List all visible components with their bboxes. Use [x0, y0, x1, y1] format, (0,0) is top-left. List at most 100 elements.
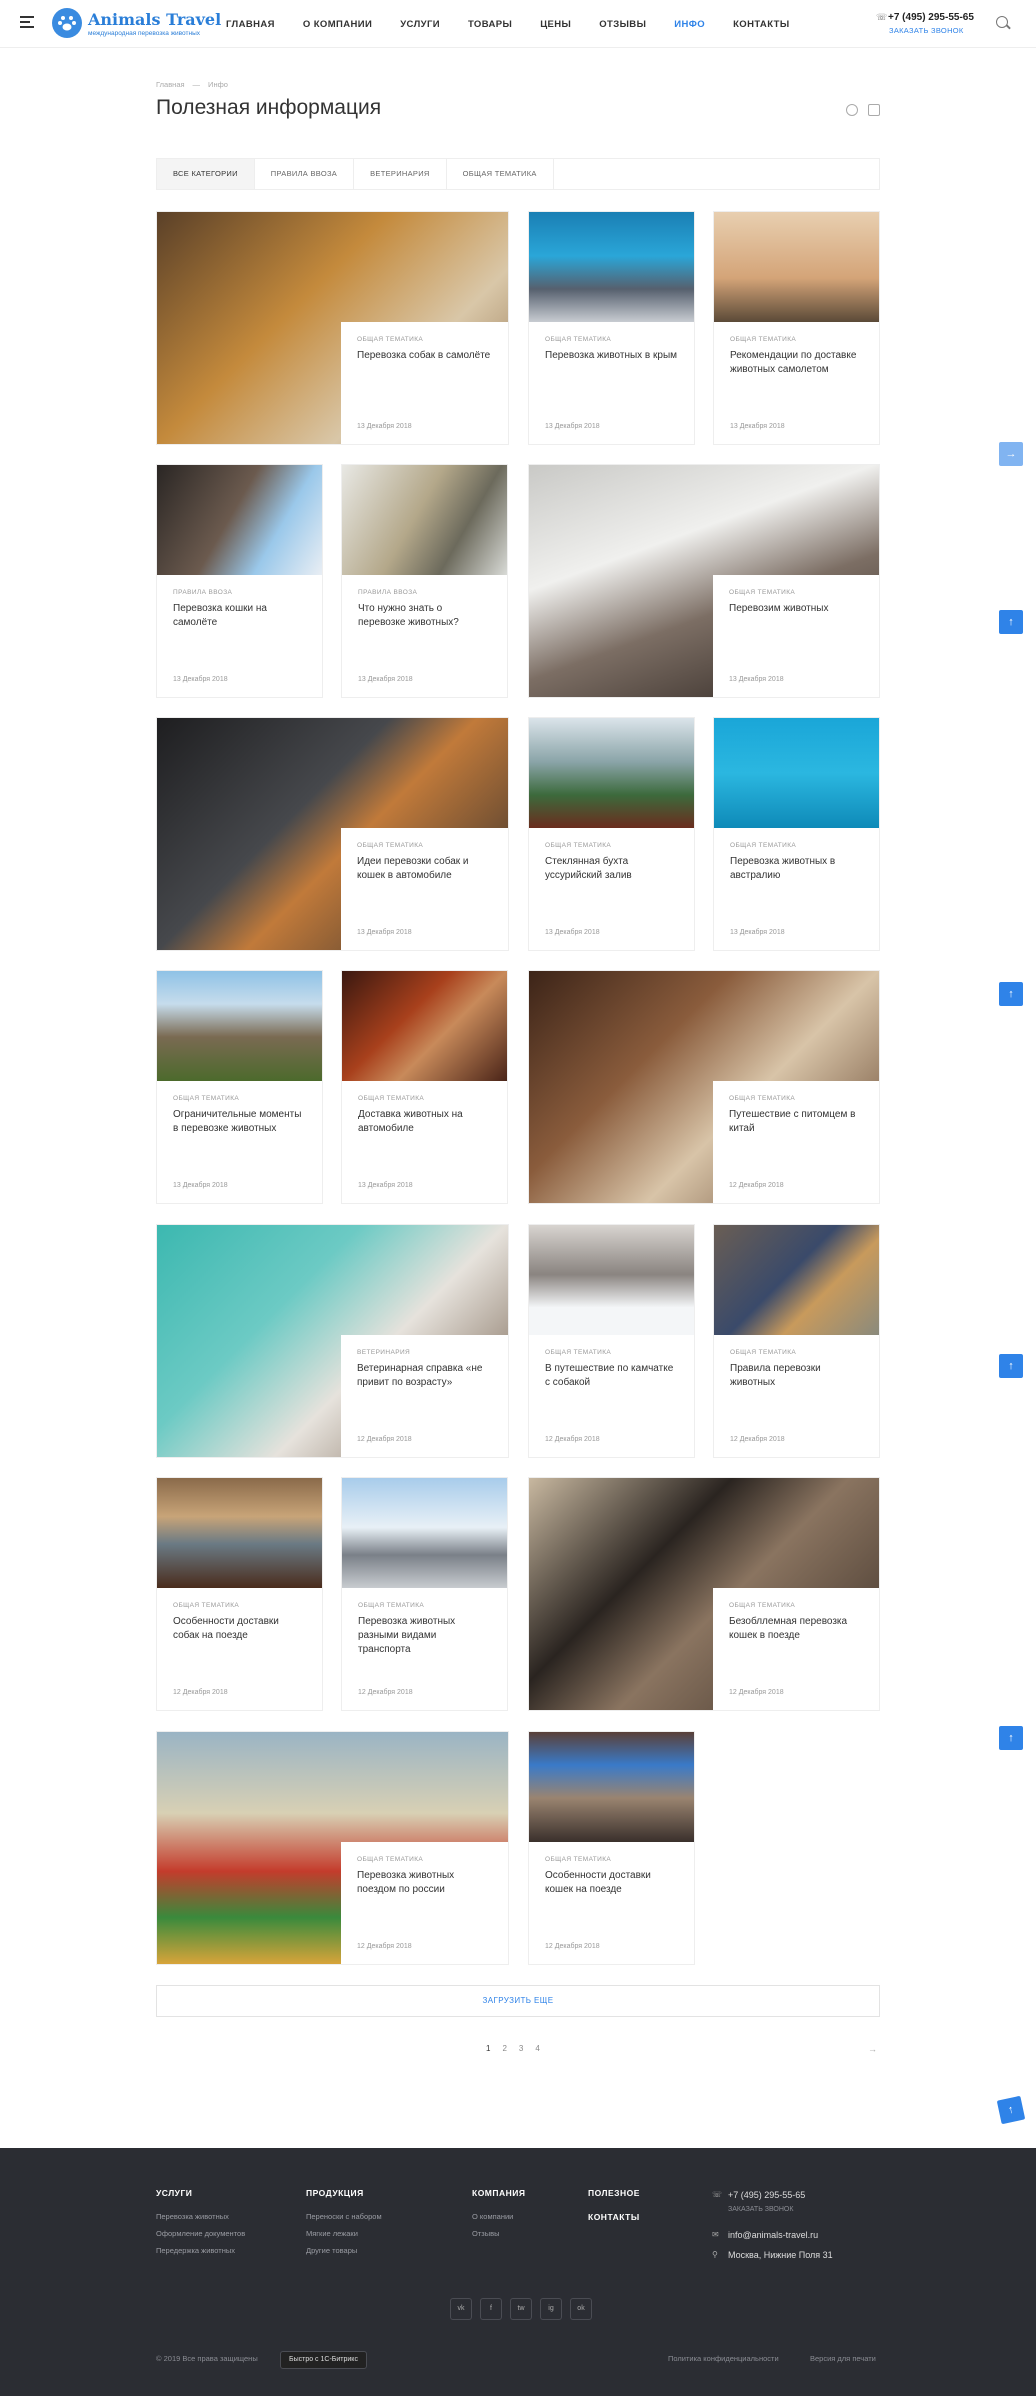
footer-link[interactable]: О компании	[472, 2212, 526, 2221]
article-title[interactable]: Ветеринарная справка «не привит по возра…	[357, 1362, 492, 1390]
nav-item-reviews[interactable]: Отзывы	[599, 19, 646, 30]
breadcrumb: Главная — Инфо	[156, 80, 228, 89]
logo-name: Animals Travel	[88, 10, 222, 29]
scroll-up-icon[interactable]: ↑	[999, 982, 1023, 1006]
footer-link[interactable]: Мягкие лежаки	[306, 2229, 382, 2238]
article-card[interactable]: Общая тематика Перевозим животных 13 Дек…	[528, 464, 880, 698]
article-card[interactable]: Общая тематика Идеи перевозки собак и ко…	[156, 717, 509, 951]
tab-import-rules[interactable]: Правила ввоза	[255, 159, 355, 189]
footer-link[interactable]: Перевозка животных	[156, 2212, 245, 2221]
article-card[interactable]: Общая тематика Перевозка животных в авст…	[713, 717, 880, 951]
article-card[interactable]: Правила ввоза Что нужно знать о перевозк…	[341, 464, 508, 698]
scroll-up-icon[interactable]: ↑	[999, 610, 1023, 634]
article-title[interactable]: Перевозим животных	[729, 602, 863, 616]
article-body: Общая тематика Перевозка собак в самолёт…	[341, 322, 508, 444]
tab-veterinary[interactable]: Ветеринария	[354, 159, 447, 189]
article-title[interactable]: Рекомендации по доставке животных самоле…	[730, 349, 863, 377]
article-card[interactable]: Общая тематика Путешествие с питомцем в …	[528, 970, 880, 1204]
vk-icon[interactable]: vk	[450, 2298, 472, 2320]
nav-item-company[interactable]: О компании	[303, 19, 372, 30]
footer-link[interactable]: Передержка животных	[156, 2246, 245, 2255]
footer-heading[interactable]: Компания	[472, 2188, 526, 2198]
article-card[interactable]: Общая тематика Перевозка животных поездо…	[156, 1731, 509, 1965]
article-title[interactable]: Перевозка собак в самолёте	[357, 349, 492, 363]
article-card[interactable]: Общая тематика Стеклянная бухта уссурийс…	[528, 717, 695, 951]
footer-link[interactable]: Переноски с набором	[306, 2212, 382, 2221]
article-title[interactable]: Перевозка кошки на самолёте	[173, 602, 306, 630]
footer-link[interactable]: Другие товары	[306, 2246, 382, 2255]
footer-phone[interactable]: +7 (495) 295-55-65	[728, 2190, 805, 2200]
footer-email[interactable]: info@animals-travel.ru	[728, 2230, 818, 2240]
article-title[interactable]: Перевозка животных в крым	[545, 349, 678, 363]
article-card[interactable]: Общая тематика Особенности доставки соба…	[156, 1477, 323, 1711]
article-title[interactable]: Перевозка животных разными видами трансп…	[358, 1615, 491, 1657]
page-3[interactable]: 3	[519, 2044, 523, 2053]
scroll-up-icon[interactable]: ↑	[996, 2095, 1026, 2125]
side-arrow-icon[interactable]: →	[999, 442, 1023, 466]
article-title[interactable]: Стеклянная бухта уссурийский залив	[545, 855, 678, 883]
nav-item-info[interactable]: Инфо	[674, 19, 705, 30]
footer-link[interactable]: Оформление документов	[156, 2229, 245, 2238]
instagram-icon[interactable]: ig	[540, 2298, 562, 2320]
article-card[interactable]: Общая тематика Правила перевозки животны…	[713, 1224, 880, 1458]
footer-callback-link[interactable]: Заказать звонок	[728, 2206, 793, 2213]
article-card[interactable]: Общая тематика В путешествие по камчатке…	[528, 1224, 695, 1458]
load-more-button[interactable]: Загрузить еще	[156, 1985, 880, 2017]
footer-link[interactable]: Отзывы	[472, 2229, 526, 2238]
menu-icon[interactable]	[20, 16, 34, 28]
article-card[interactable]: Ветеринария Ветеринарная справка «не при…	[156, 1224, 509, 1458]
article-card[interactable]: Общая тематика Ограничительные моменты в…	[156, 970, 323, 1204]
bitrix-badge[interactable]: Быстро с 1С-Битрикс	[280, 2351, 367, 2369]
article-card[interactable]: Общая тематика Перевозка животных разным…	[341, 1477, 508, 1711]
article-title[interactable]: Перевозка животных в австралию	[730, 855, 863, 883]
footer-heading[interactable]: Контакты	[588, 2212, 640, 2222]
print-version-link[interactable]: Версия для печати	[810, 2354, 876, 2363]
twitter-icon[interactable]: tw	[510, 2298, 532, 2320]
tab-all[interactable]: Все категории	[157, 159, 255, 189]
article-card[interactable]: Общая тематика Особенности доставки коше…	[528, 1731, 695, 1965]
footer-heading[interactable]: Продукция	[306, 2188, 382, 2198]
tab-general[interactable]: Общая тематика	[447, 159, 554, 189]
article-title[interactable]: Особенности доставки кошек на поезде	[545, 1869, 678, 1897]
page-1[interactable]: 1	[486, 2044, 490, 2053]
article-date: 13 Декабря 2018	[358, 676, 413, 683]
search-icon[interactable]	[996, 16, 1008, 28]
nav-item-prices[interactable]: Цены	[540, 19, 571, 30]
article-title[interactable]: Ограничительные моменты в перевозке живо…	[173, 1108, 306, 1136]
article-title[interactable]: Что нужно знать о перевозке животных?	[358, 602, 491, 630]
article-card[interactable]: Общая тематика Доставка животных на авто…	[341, 970, 508, 1204]
article-card[interactable]: Общая тематика Перевозка животных в крым…	[528, 211, 695, 445]
nav-item-home[interactable]: Главная	[226, 19, 275, 30]
page-2[interactable]: 2	[502, 2044, 506, 2053]
footer-heading[interactable]: Полезное	[588, 2188, 640, 2198]
article-card[interactable]: Общая тематика Рекомендации по доставке …	[713, 211, 880, 445]
privacy-link[interactable]: Политика конфиденциальности	[668, 2354, 779, 2363]
article-title[interactable]: Особенности доставки собак на поезде	[173, 1615, 306, 1643]
share-icon[interactable]	[868, 104, 880, 116]
article-title[interactable]: В путешествие по камчатке с собакой	[545, 1362, 678, 1390]
callback-link[interactable]: Заказать звонок	[889, 26, 964, 35]
next-page-arrow-icon[interactable]: →	[868, 2044, 877, 2054]
article-card[interactable]: Общая тематика Перевозка собак в самолёт…	[156, 211, 509, 445]
article-title[interactable]: Доставка животных на автомобиле	[358, 1108, 491, 1136]
facebook-icon[interactable]: f	[480, 2298, 502, 2320]
article-title[interactable]: Правила перевозки животных	[730, 1362, 863, 1390]
logo[interactable]: Animals Travel международная перевозка ж…	[52, 8, 221, 40]
scroll-up-icon[interactable]: ↑	[999, 1726, 1023, 1750]
nav-item-contacts[interactable]: Контакты	[733, 19, 789, 30]
scroll-up-icon[interactable]: ↑	[999, 1354, 1023, 1378]
nav-item-goods[interactable]: Товары	[468, 19, 512, 30]
article-title[interactable]: Перевозка животных поездом по россии	[357, 1869, 492, 1897]
print-icon[interactable]	[846, 104, 858, 116]
article-card[interactable]: Правила ввоза Перевозка кошки на самолёт…	[156, 464, 323, 698]
nav-item-services[interactable]: Услуги	[400, 19, 440, 30]
footer-heading[interactable]: Услуги	[156, 2188, 245, 2198]
article-title[interactable]: Путешествие с питомцем в китай	[729, 1108, 863, 1136]
odnoklassniki-icon[interactable]: ok	[570, 2298, 592, 2320]
article-card[interactable]: Общая тематика Безобллемная перевозка ко…	[528, 1477, 880, 1711]
article-title[interactable]: Идеи перевозки собак и кошек в автомобил…	[357, 855, 492, 883]
article-title[interactable]: Безобллемная перевозка кошек в поезде	[729, 1615, 863, 1643]
breadcrumb-home[interactable]: Главная	[156, 80, 185, 89]
header-phone[interactable]: +7 (495) 295-55-65	[888, 12, 974, 23]
page-4[interactable]: 4	[535, 2044, 539, 2053]
